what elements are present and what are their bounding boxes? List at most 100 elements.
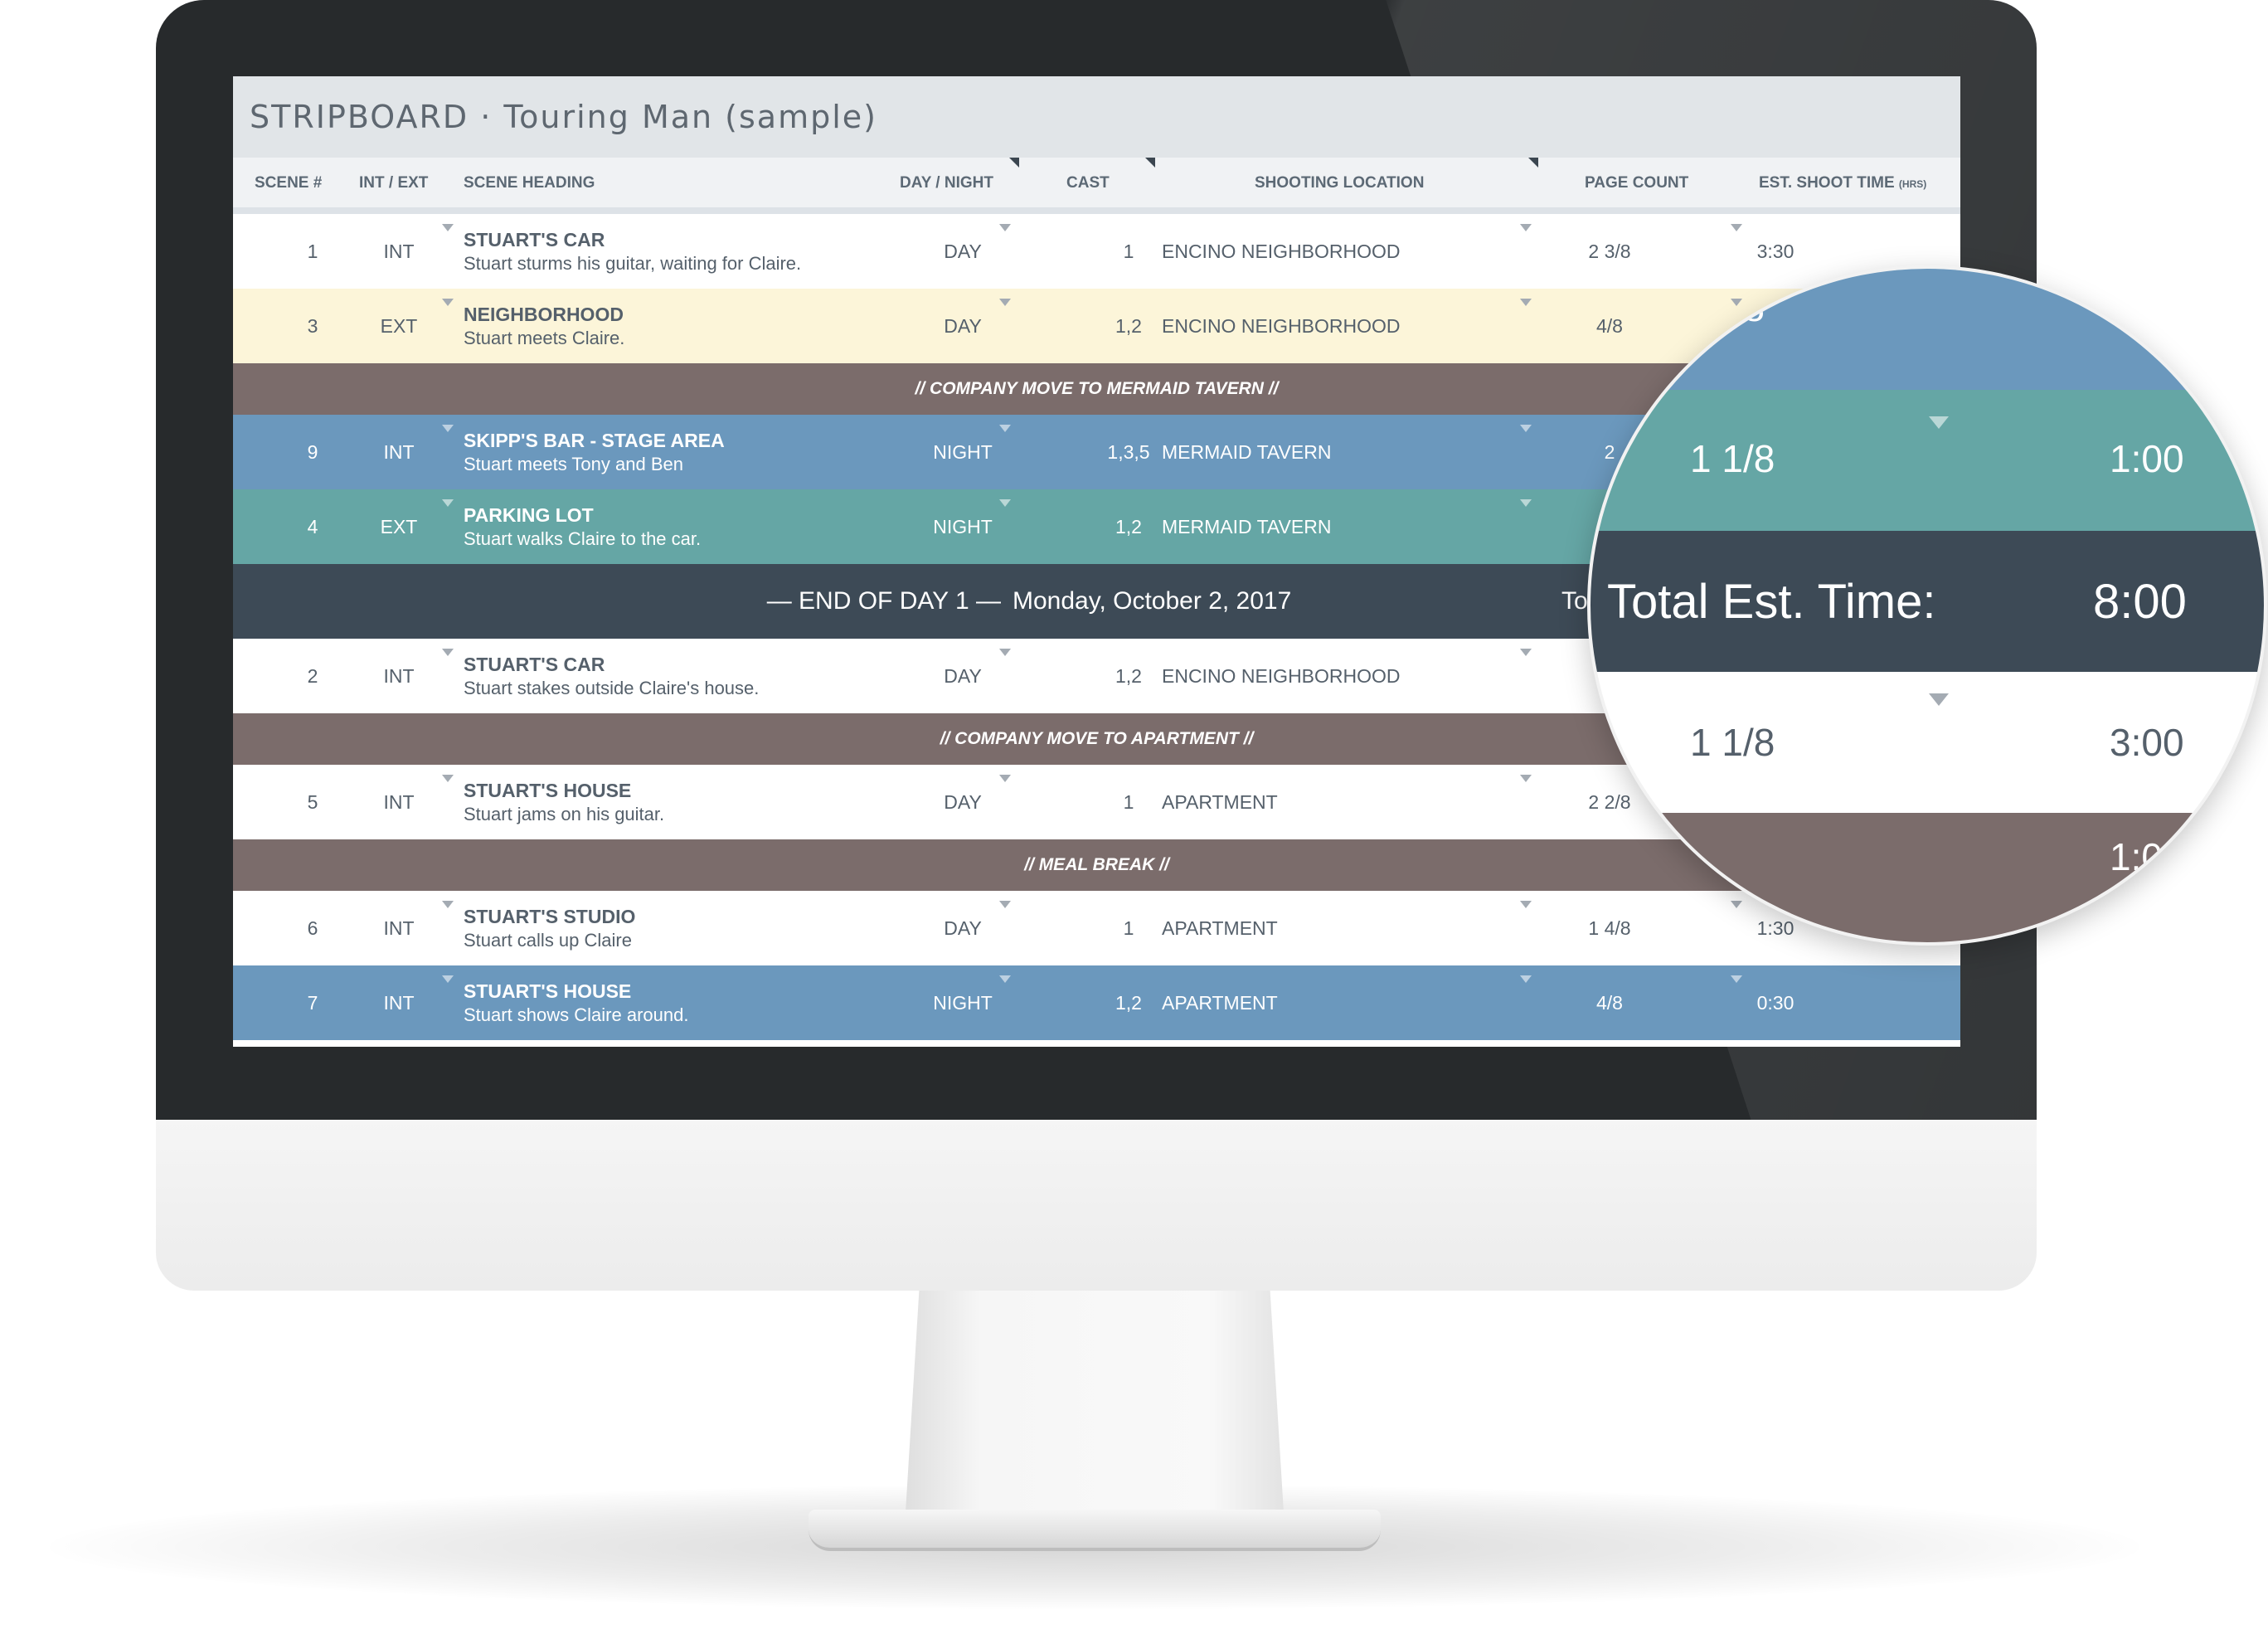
- scene-description: Stuart stakes outside Claire's house.: [464, 677, 760, 698]
- column-header-page-count[interactable]: PAGE COUNT: [1585, 174, 1688, 192]
- scene-heading-cell: STUART'S HOUSE Stuart shows Claire aroun…: [464, 965, 911, 1040]
- dropdown-arrow-icon[interactable]: [442, 901, 454, 908]
- title-bar: STRIPBOARD · Touring Man (sample): [233, 76, 1960, 158]
- scene-heading: SKIPP'S BAR - STAGE AREA: [464, 429, 725, 451]
- column-header-row: SCENE # INT / EXT SCENE HEADING DAY / NI…: [233, 158, 1960, 214]
- scene-heading: STUART'S CAR: [464, 228, 605, 250]
- column-header-cast[interactable]: CAST: [1066, 174, 1110, 192]
- magnified-est-time: 1:00: [2110, 437, 2184, 480]
- int-ext: INT: [383, 917, 415, 939]
- scene-heading: STUART'S HOUSE: [464, 980, 632, 1002]
- column-header-int-ext[interactable]: INT / EXT: [359, 174, 428, 192]
- scene-heading-cell: SKIPP'S BAR - STAGE AREA Stuart meets To…: [464, 415, 911, 489]
- scene-heading-cell: STUART'S STUDIO Stuart calls up Claire: [464, 891, 911, 965]
- end-of-day-date: Monday, October 2, 2017: [1012, 587, 1292, 615]
- dropdown-arrow-icon[interactable]: [442, 649, 454, 656]
- end-of-day-title: — END OF DAY 1 —: [766, 587, 1001, 615]
- int-ext: INT: [383, 790, 415, 813]
- scene-number: 6: [307, 917, 318, 939]
- shooting-location: MERMAID TAVERN: [1162, 440, 1332, 463]
- scene-number: 4: [307, 515, 318, 537]
- magnified-strip-white: 1 1/8 3:00: [1591, 672, 2264, 813]
- scene-number: 7: [307, 991, 318, 1014]
- int-ext: INT: [383, 240, 415, 262]
- dropdown-arrow-icon[interactable]: [999, 224, 1011, 231]
- magnified-page-count: 1 1/8: [1690, 437, 1775, 480]
- shooting-location: APARTMENT: [1162, 917, 1278, 939]
- scene-heading: STUART'S STUDIO: [464, 905, 636, 927]
- dropdown-arrow-icon[interactable]: [999, 901, 1011, 908]
- column-header-scene[interactable]: SCENE #: [255, 174, 322, 192]
- dropdown-arrow-icon[interactable]: [999, 649, 1011, 656]
- shooting-location: APARTMENT: [1162, 790, 1278, 813]
- magnified-page-count: 4/8: [1712, 286, 1765, 329]
- dropdown-arrow-icon: [1929, 416, 1949, 429]
- page-title: STRIPBOARD · Touring Man (sample): [250, 99, 877, 135]
- dropdown-arrow-icon[interactable]: [999, 299, 1011, 306]
- day-night: NIGHT: [933, 440, 993, 463]
- scene-description: Stuart sturms his guitar, waiting for Cl…: [464, 252, 802, 274]
- column-header-est-shoot-time[interactable]: EST. SHOOT TIME (HRS): [1759, 174, 1926, 192]
- dropdown-arrow-icon[interactable]: [999, 499, 1011, 507]
- int-ext: EXT: [380, 314, 418, 337]
- column-header-scene-heading[interactable]: SCENE HEADING: [464, 174, 595, 192]
- magnified-banner-time: 1:0: [2110, 835, 2163, 878]
- scene-heading: STUART'S HOUSE: [464, 779, 632, 801]
- scene-heading: STUART'S CAR: [464, 653, 605, 675]
- column-resize-marker[interactable]: [1145, 158, 1155, 168]
- est-shoot-time: 0:30: [1756, 991, 1794, 1014]
- dropdown-arrow-icon: [1929, 693, 1949, 706]
- day-night: DAY: [944, 240, 982, 262]
- day-night: NIGHT: [933, 515, 993, 537]
- magnified-est-time: 3:00: [2110, 721, 2184, 764]
- shooting-location: ENCINO NEIGHBORHOOD: [1162, 664, 1401, 687]
- scene-heading-cell: STUART'S HOUSE Stuart jams on his guitar…: [464, 765, 911, 839]
- column-resize-marker[interactable]: [1009, 158, 1019, 168]
- scene-heading-cell: STUART'S CAR Stuart sturms his guitar, w…: [464, 214, 911, 289]
- scene-heading-cell: STUART'S CAR Stuart stakes outside Clair…: [464, 639, 911, 713]
- magnifier-callout: 4/8 1 1/8 1:00 Total Est. Time: 8:00 1 1…: [1587, 265, 2267, 946]
- monitor-stand-neck: [904, 1291, 1285, 1539]
- dropdown-arrow-icon[interactable]: [442, 775, 454, 782]
- day-night: DAY: [944, 664, 982, 687]
- day-night: NIGHT: [933, 991, 993, 1014]
- monitor-chin: [156, 1120, 2037, 1291]
- total-est-time-value: 8:00: [2093, 575, 2187, 629]
- int-ext: INT: [383, 664, 415, 687]
- monitor-stand-base: [809, 1510, 1381, 1551]
- strip-scene-7[interactable]: 7 INT STUART'S HOUSE Stuart shows Claire…: [233, 965, 1960, 1040]
- scene-number: 5: [307, 790, 318, 813]
- column-resize-marker[interactable]: [1528, 158, 1538, 168]
- total-est-time-label: Total Est. Time:: [1607, 575, 1936, 629]
- dropdown-arrow-icon[interactable]: [442, 425, 454, 432]
- scene-number: 9: [307, 440, 318, 463]
- scene-number: 2: [307, 664, 318, 687]
- int-ext: INT: [383, 440, 415, 463]
- dropdown-arrow-icon[interactable]: [1520, 499, 1532, 507]
- dropdown-arrow-icon[interactable]: [1520, 649, 1532, 656]
- scene-description: Stuart shows Claire around.: [464, 1004, 689, 1025]
- scene-description: Stuart jams on his guitar.: [464, 803, 665, 824]
- dropdown-arrow-icon[interactable]: [999, 975, 1011, 983]
- scene-heading: NEIGHBORHOOD: [464, 303, 624, 325]
- dropdown-arrow-icon[interactable]: [442, 499, 454, 507]
- scene-description: Stuart meets Tony and Ben: [464, 453, 683, 474]
- dropdown-arrow-icon[interactable]: [442, 299, 454, 306]
- column-header-day-night[interactable]: DAY / NIGHT: [900, 174, 993, 192]
- column-header-shooting-location[interactable]: SHOOTING LOCATION: [1255, 174, 1424, 192]
- day-night: DAY: [944, 917, 982, 939]
- day-night: DAY: [944, 790, 982, 813]
- magnified-strip-blue: 4/8: [1591, 269, 2264, 390]
- magnified-banner: 1:0: [1591, 813, 2264, 942]
- dropdown-arrow-icon[interactable]: [442, 975, 454, 983]
- dropdown-arrow-icon[interactable]: [442, 224, 454, 231]
- scene-number: 1: [307, 240, 318, 262]
- int-ext: INT: [383, 991, 415, 1014]
- scene-heading-cell: PARKING LOT Stuart walks Claire to the c…: [464, 489, 911, 564]
- shooting-location: MERMAID TAVERN: [1162, 515, 1332, 537]
- column-header-est-shoot-time-label: EST. SHOOT TIME: [1759, 174, 1895, 192]
- int-ext: EXT: [380, 515, 418, 537]
- dropdown-arrow-icon[interactable]: [999, 775, 1011, 782]
- shooting-location: ENCINO NEIGHBORHOOD: [1162, 314, 1401, 337]
- dropdown-arrow-icon[interactable]: [999, 425, 1011, 432]
